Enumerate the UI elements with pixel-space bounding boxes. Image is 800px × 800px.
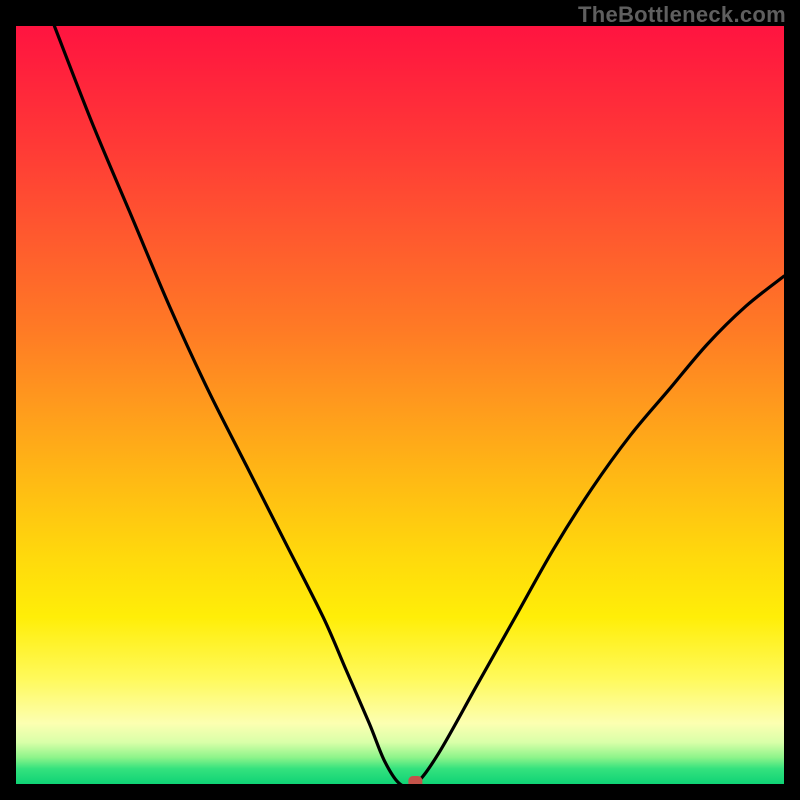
plot-area <box>16 26 784 784</box>
chart-frame: TheBottleneck.com <box>0 0 800 800</box>
optimal-point-marker <box>409 777 422 785</box>
chart-svg <box>16 26 784 784</box>
bottleneck-curve <box>54 26 784 784</box>
watermark-text: TheBottleneck.com <box>578 2 786 28</box>
